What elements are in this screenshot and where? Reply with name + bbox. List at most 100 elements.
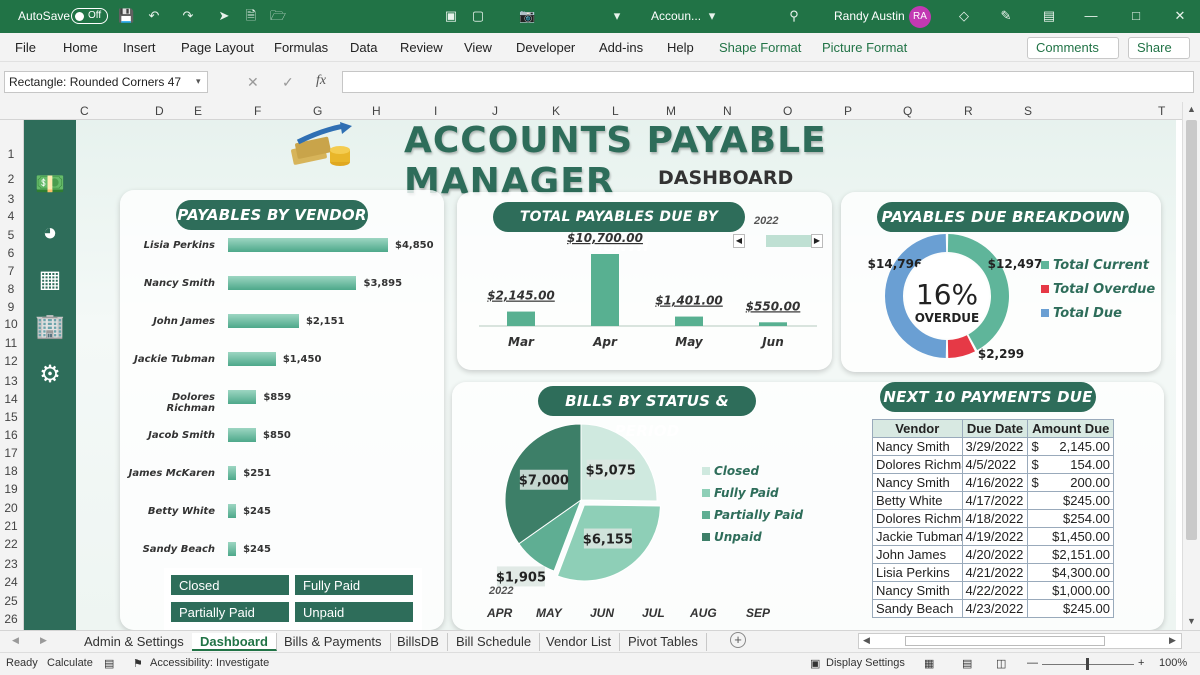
customize-qat-icon[interactable]: ▾ bbox=[609, 8, 625, 24]
table-cell[interactable]: 4/21/2022 bbox=[961, 563, 1029, 582]
table-cell[interactable]: Nancy Smith bbox=[872, 473, 963, 492]
table-row[interactable]: Nancy Smith 3/29/2022 $2,145.00 bbox=[872, 437, 1114, 456]
avatar[interactable]: RA bbox=[909, 6, 931, 28]
scroll-thumb[interactable] bbox=[1186, 120, 1197, 540]
row-header[interactable]: 1 bbox=[0, 147, 22, 161]
display-settings-icon[interactable]: ▣ bbox=[810, 657, 820, 670]
sheet-tab-billsdb[interactable]: BillsDB bbox=[389, 633, 448, 651]
period-month[interactable]: MAY bbox=[536, 606, 562, 620]
row-header[interactable]: 16 bbox=[0, 428, 22, 442]
sheet-tab-vendor-list[interactable]: Vendor List bbox=[538, 633, 621, 651]
table-cell[interactable]: Betty White bbox=[872, 491, 963, 510]
row-header[interactable]: 19 bbox=[0, 482, 22, 496]
table-row[interactable]: Nancy Smith 4/22/2022 $1,000.00 bbox=[872, 581, 1114, 600]
save-icon[interactable]: 💾 bbox=[118, 8, 134, 24]
minimize-icon[interactable]: — bbox=[1083, 8, 1099, 24]
sheet-tab-pivot-tables[interactable]: Pivot Tables bbox=[620, 633, 707, 651]
table-cell[interactable]: $ bbox=[1027, 455, 1042, 474]
vendor-store-icon[interactable]: 🏢 bbox=[34, 312, 66, 342]
menu-shape-format[interactable]: Shape Format bbox=[719, 40, 801, 55]
zoom-in-icon[interactable]: + bbox=[1138, 657, 1144, 669]
row-header[interactable]: 7 bbox=[0, 264, 22, 278]
horizontal-scrollbar[interactable]: ◀ ▶ bbox=[858, 633, 1182, 649]
vendor-bar[interactable] bbox=[228, 542, 237, 556]
month-bar[interactable] bbox=[675, 316, 703, 326]
table-cell[interactable]: Dolores Richma bbox=[872, 455, 963, 474]
settings-gear-icon[interactable]: ⚙ bbox=[34, 360, 66, 390]
row-header[interactable]: 5 bbox=[0, 228, 22, 242]
period-month[interactable]: JUL bbox=[642, 606, 665, 620]
period-month[interactable]: APR bbox=[487, 606, 512, 620]
menu-picture-format[interactable]: Picture Format bbox=[822, 40, 907, 55]
col-header[interactable]: N bbox=[723, 104, 732, 118]
row-header[interactable]: 17 bbox=[0, 446, 22, 460]
slicer-unpaid-button[interactable]: Unpaid bbox=[294, 601, 414, 623]
vendor-bar[interactable] bbox=[228, 352, 276, 366]
table-cell[interactable]: 4/20/2022 bbox=[961, 545, 1029, 564]
row-header[interactable]: 11 bbox=[0, 336, 22, 350]
sheet-tab-dashboard[interactable]: Dashboard bbox=[192, 633, 277, 651]
calendar-icon[interactable]: ▦ bbox=[34, 265, 66, 295]
row-header[interactable]: 3 bbox=[0, 192, 22, 206]
normal-view-icon[interactable]: ▦ bbox=[924, 657, 934, 670]
menu-review[interactable]: Review bbox=[400, 40, 443, 55]
menu-home[interactable]: Home bbox=[63, 40, 98, 55]
close-icon[interactable]: ✕ bbox=[1172, 8, 1188, 24]
row-header[interactable]: 26 bbox=[0, 612, 22, 626]
table-row[interactable]: Jackie Tubman 4/19/2022 $1,450.00 bbox=[872, 527, 1114, 546]
scroll-left-icon[interactable]: ◀ bbox=[863, 635, 870, 646]
col-header[interactable]: D bbox=[155, 104, 164, 118]
share-button[interactable]: Share bbox=[1128, 37, 1190, 59]
slicer-closed-button[interactable]: Closed bbox=[170, 574, 290, 596]
menu-formulas[interactable]: Formulas bbox=[274, 40, 328, 55]
new-file-icon[interactable]: 🗎 bbox=[243, 8, 259, 24]
menu-help[interactable]: Help bbox=[667, 40, 694, 55]
menu-insert[interactable]: Insert bbox=[123, 40, 156, 55]
table-cell[interactable]: 4/22/2022 bbox=[961, 581, 1029, 600]
zoom-level[interactable]: 100% bbox=[1159, 657, 1187, 669]
redo-icon[interactable]: ↷ bbox=[180, 8, 196, 24]
menu-file[interactable]: File bbox=[15, 40, 36, 55]
table-cell[interactable]: 4/17/2022 bbox=[961, 491, 1029, 510]
period-month[interactable]: JUN bbox=[590, 606, 614, 620]
status-panel[interactable]: BILLS BY STATUS & PERIOD $5,075 $6,155 $1,… bbox=[452, 382, 1164, 630]
table-header[interactable]: Vendor bbox=[872, 419, 963, 438]
col-header[interactable]: M bbox=[666, 104, 676, 118]
bills-icon[interactable]: 💵 bbox=[34, 170, 66, 200]
table-cell[interactable]: Jackie Tubman bbox=[872, 527, 963, 546]
accessibility-status[interactable]: Accessibility: Investigate bbox=[150, 657, 269, 669]
vendor-panel[interactable]: PAYABLES BY VENDOR Lisia Perkins $4,850 Na… bbox=[120, 190, 444, 630]
row-header[interactable]: 21 bbox=[0, 519, 22, 533]
bring-forward-icon[interactable]: ▣ bbox=[443, 8, 459, 24]
col-header[interactable]: R bbox=[964, 104, 973, 118]
scroll-right-icon[interactable]: ▶ bbox=[1169, 635, 1176, 646]
table-cell[interactable]: Sandy Beach bbox=[872, 599, 963, 618]
row-header[interactable]: 2 bbox=[0, 172, 22, 186]
vendor-bar[interactable] bbox=[228, 238, 388, 252]
col-header[interactable]: K bbox=[552, 104, 560, 118]
ribbon-display-icon[interactable]: ▤ bbox=[1041, 8, 1057, 24]
table-cell[interactable]: 4/19/2022 bbox=[961, 527, 1029, 546]
month-bar[interactable] bbox=[591, 254, 619, 326]
slicer-fully-paid-button[interactable]: Fully Paid bbox=[294, 574, 414, 596]
col-header[interactable]: Q bbox=[903, 104, 912, 118]
month-bar[interactable] bbox=[759, 322, 787, 326]
col-header[interactable]: C bbox=[80, 104, 89, 118]
vendor-bar[interactable] bbox=[228, 276, 357, 290]
sheet-tab-bill-schedule[interactable]: Bill Schedule bbox=[448, 633, 541, 651]
col-header[interactable]: H bbox=[372, 104, 381, 118]
table-cell[interactable]: $1,450.00 bbox=[1027, 527, 1114, 546]
name-box[interactable]: Rectangle: Rounded Corners 47 bbox=[4, 71, 208, 93]
col-header[interactable]: O bbox=[783, 104, 792, 118]
insert-function-icon[interactable]: fx bbox=[316, 73, 326, 89]
autosave-toggle[interactable]: Off bbox=[71, 8, 108, 24]
col-header[interactable]: G bbox=[313, 104, 322, 118]
accessibility-icon[interactable]: ⚑ bbox=[133, 657, 143, 670]
menu-developer[interactable]: Developer bbox=[516, 40, 575, 55]
row-header[interactable]: 9 bbox=[0, 300, 22, 314]
search-icon[interactable]: ⚲ bbox=[786, 8, 802, 24]
row-header[interactable]: 8 bbox=[0, 282, 22, 296]
table-cell[interactable]: Dolores Richma bbox=[872, 509, 963, 528]
table-cell[interactable]: $254.00 bbox=[1027, 509, 1114, 528]
period-month[interactable]: AUG bbox=[690, 606, 717, 620]
